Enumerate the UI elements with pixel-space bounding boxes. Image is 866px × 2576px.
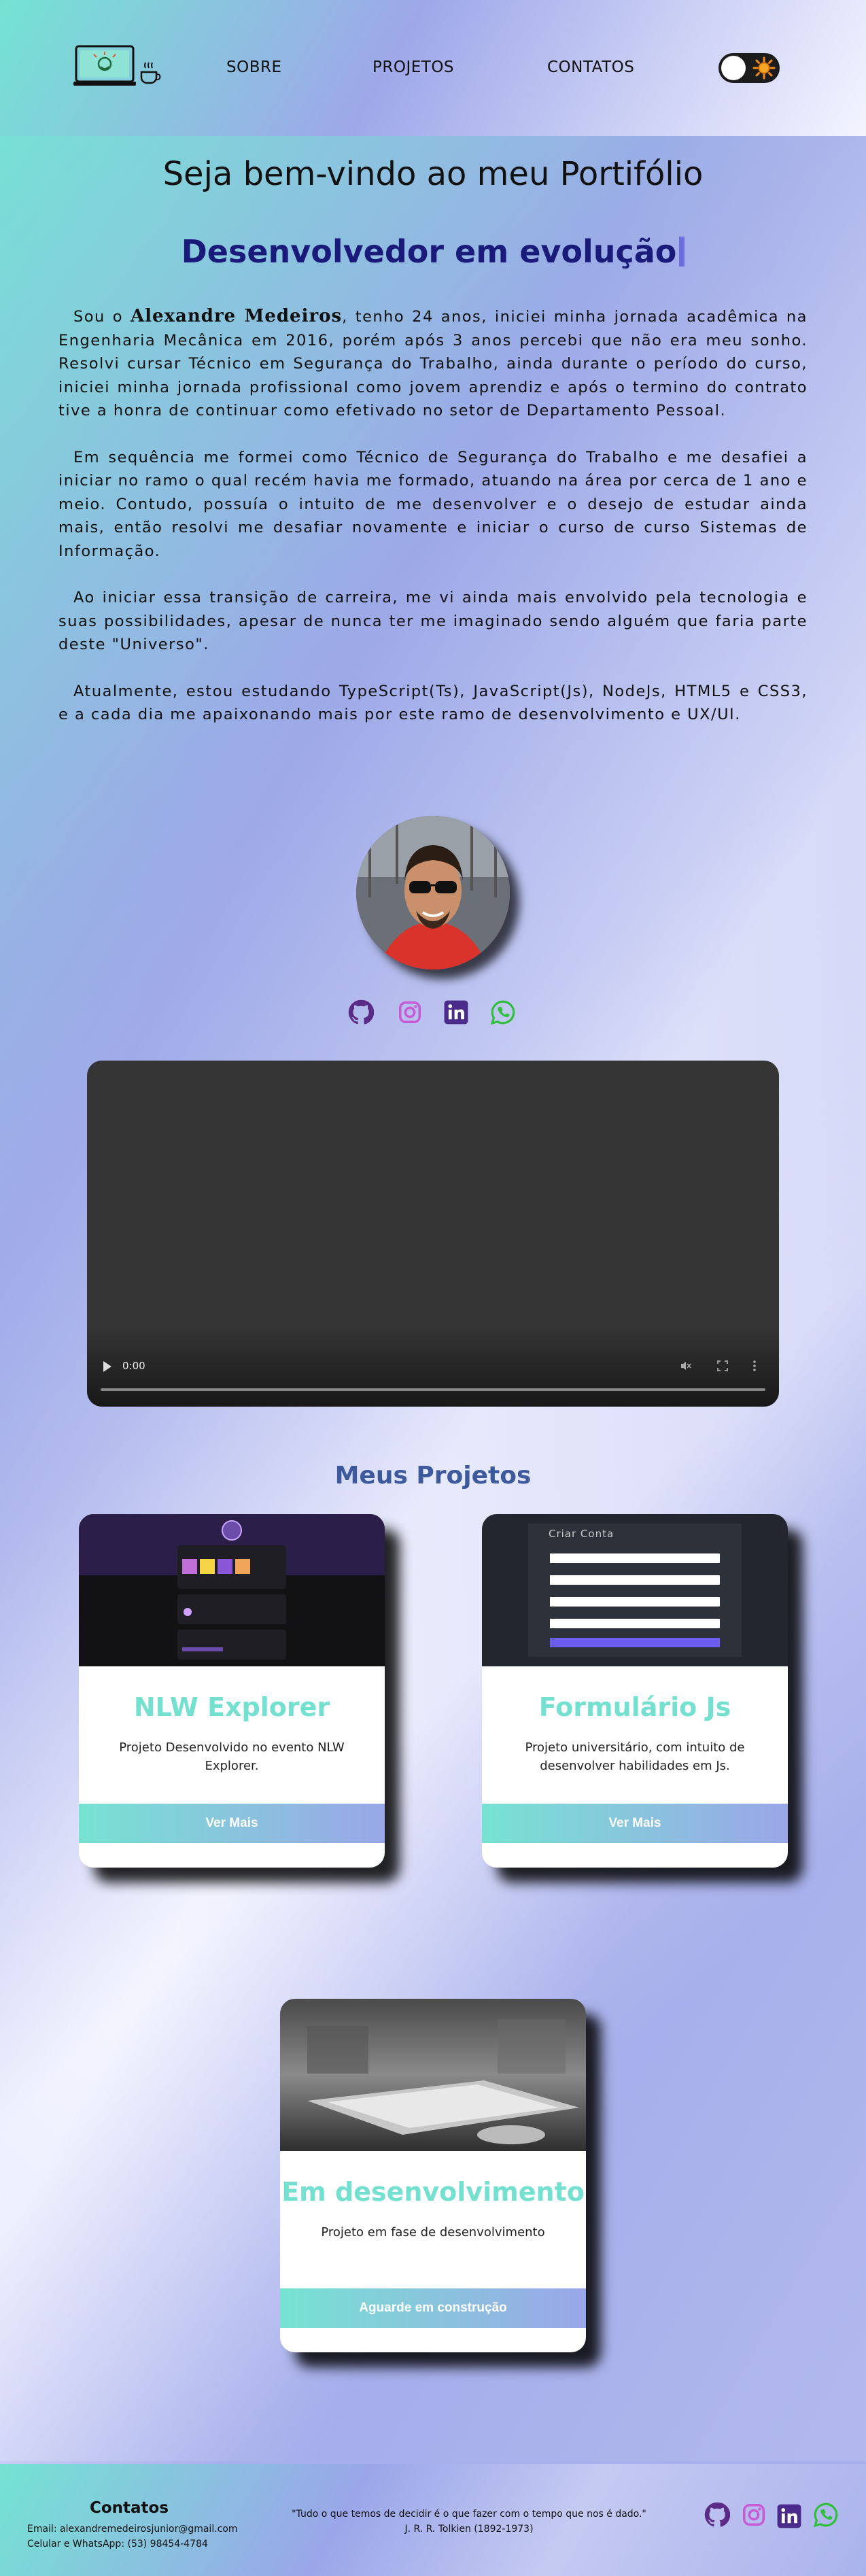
author-name: Alexandre Medeiros bbox=[130, 306, 343, 326]
project-thumbnail[interactable] bbox=[79, 1514, 385, 1666]
project-description: Projeto universitário, com intuito de de… bbox=[525, 1740, 745, 1773]
bio-paragraph-4: Atualmente, estou estudando TypeScript(T… bbox=[58, 682, 808, 724]
social-links bbox=[0, 999, 866, 1027]
bio-paragraph-1: Sou o Alexandre Medeiros, tenho 24 anos,… bbox=[58, 305, 808, 423]
play-icon[interactable] bbox=[103, 1361, 111, 1372]
instagram-icon[interactable] bbox=[741, 2502, 767, 2528]
ver-mais-button[interactable]: Ver Mais bbox=[79, 1804, 385, 1843]
nav-projetos[interactable]: PROJETOS bbox=[373, 58, 454, 76]
bio-section: Sou o Alexandre Medeiros, tenho 24 anos,… bbox=[58, 305, 808, 750]
github-icon[interactable] bbox=[348, 999, 374, 1025]
ver-mais-button[interactable]: Ver Mais bbox=[482, 1804, 788, 1843]
avatar bbox=[356, 816, 510, 969]
footer-quote-author: J. R. R. Tolkien (1892-1973) bbox=[404, 2524, 534, 2535]
video-progress-track[interactable] bbox=[101, 1388, 765, 1391]
typing-caret bbox=[679, 237, 685, 267]
project-title: NLW Explorer bbox=[133, 1692, 330, 1722]
project-description: Projeto Desenvolvido no evento NLW Explo… bbox=[119, 1740, 345, 1773]
thumbnail-heading: Criar Conta bbox=[549, 1528, 614, 1540]
project-card: NLW Explorer Projeto Desenvolvido no eve… bbox=[79, 1514, 385, 1868]
toggle-knob bbox=[721, 56, 746, 80]
fullscreen-icon[interactable] bbox=[716, 1360, 729, 1372]
footer-phone[interactable]: Celular e WhatsApp: (53) 98454-4784 bbox=[27, 2539, 208, 2549]
project-thumbnail bbox=[280, 1999, 586, 2151]
instagram-icon[interactable] bbox=[397, 999, 423, 1025]
sun-icon bbox=[752, 56, 776, 80]
bio-text: Sou o bbox=[73, 308, 131, 326]
bio-paragraph-3: Ao iniciar essa transição de carreira, m… bbox=[58, 589, 808, 653]
laptop-coffee-logo-icon[interactable] bbox=[73, 44, 163, 87]
avatar-photo bbox=[356, 816, 510, 969]
whatsapp-icon[interactable] bbox=[490, 999, 516, 1025]
role-text: Desenvolvedor em evolução bbox=[181, 233, 677, 270]
nav-contatos[interactable]: CONTATOS bbox=[547, 58, 634, 76]
project-description: Projeto em fase de desenvolvimento bbox=[321, 2225, 545, 2239]
volume-icon[interactable] bbox=[680, 1360, 692, 1372]
linkedin-icon[interactable] bbox=[443, 999, 469, 1025]
welcome-heading: Seja bem-vindo ao meu Portifólio bbox=[162, 155, 704, 193]
project-title: Em desenvolvimento bbox=[281, 2177, 585, 2207]
project-title: Formulário Js bbox=[538, 1692, 731, 1722]
site-header: SOBRE PROJETOS CONTATOS bbox=[0, 0, 866, 136]
site-footer: Contatos Email: alexandremedeirosjunior@… bbox=[0, 2464, 866, 2576]
footer-contacts-title: Contatos bbox=[89, 2499, 169, 2517]
more-options-icon[interactable] bbox=[752, 1360, 757, 1372]
project-card: Criar Conta Formulário Js Projeto univer… bbox=[482, 1514, 788, 1868]
github-icon[interactable] bbox=[704, 2502, 730, 2528]
video-controls-overlay bbox=[87, 1325, 779, 1407]
video-player[interactable]: 0:00 bbox=[87, 1061, 779, 1407]
theme-toggle[interactable] bbox=[718, 53, 780, 83]
footer-email[interactable]: Email: alexandremedeirosjunior@gmail.com bbox=[27, 2524, 238, 2535]
footer-quote: "Tudo o que temos de decidir é o que faz… bbox=[292, 2509, 646, 2520]
nav-sobre[interactable]: SOBRE bbox=[226, 58, 282, 76]
linkedin-icon[interactable] bbox=[776, 2503, 802, 2529]
video-time: 0:00 bbox=[122, 1360, 145, 1372]
project-thumbnail[interactable] bbox=[482, 1514, 788, 1666]
project-card: Em desenvolvimento Projeto em fase de de… bbox=[280, 1999, 586, 2352]
bio-paragraph-2: Em sequência me formei como Técnico de S… bbox=[58, 448, 808, 560]
aguarde-button[interactable]: Aguarde em construção bbox=[280, 2288, 586, 2328]
role-heading: Desenvolvedor em evolução bbox=[0, 233, 866, 270]
projects-title: Meus Projetos bbox=[334, 1462, 532, 1490]
whatsapp-icon[interactable] bbox=[813, 2502, 839, 2528]
